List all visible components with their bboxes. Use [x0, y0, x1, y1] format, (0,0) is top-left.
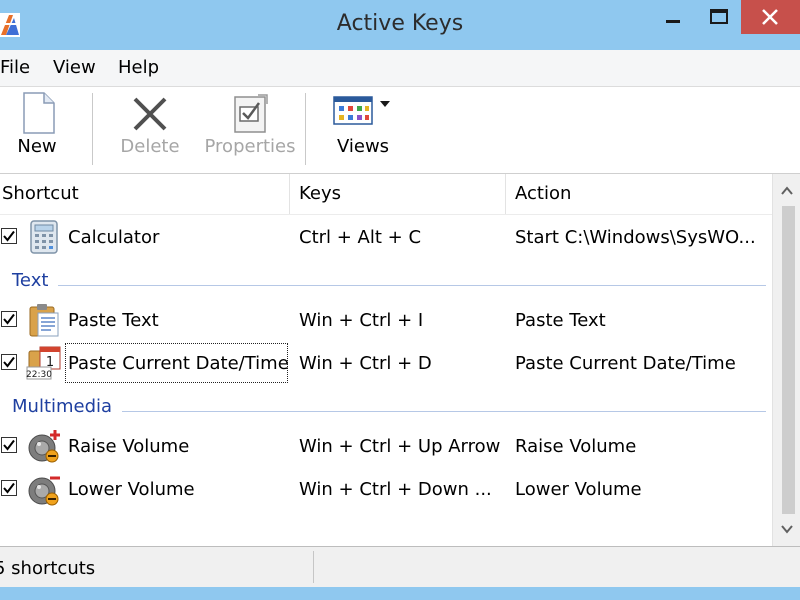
views-grid-icon	[333, 96, 390, 125]
row-action: Raise Volume	[515, 436, 637, 457]
table-row[interactable]: Lower Volume Win + Ctrl + Down ... Lower…	[0, 468, 772, 511]
shortcut-list[interactable]: Shortcut Keys Action Calculator Ctrl + A…	[0, 174, 800, 547]
close-icon	[762, 9, 778, 25]
status-shortcut-count: 5 shortcuts	[0, 558, 96, 579]
row-keys: Ctrl + Alt + C	[299, 227, 422, 248]
group-header-text[interactable]: Text	[0, 266, 772, 296]
status-separator	[313, 551, 314, 583]
toolbar-separator	[92, 93, 93, 165]
chevron-up-icon	[781, 186, 793, 195]
column-header-keys-label: Keys	[299, 183, 342, 204]
row-checkbox[interactable]	[1, 311, 17, 327]
menu-help-label: Help	[118, 57, 160, 78]
views-button-label: Views	[336, 136, 390, 157]
status-bar: 5 shortcuts	[0, 547, 800, 587]
row-name: Paste Text	[68, 310, 159, 331]
scroll-up-button[interactable]	[773, 178, 800, 204]
row-keys: Win + Ctrl + Up Arrow	[299, 436, 501, 457]
row-name: Lower Volume	[68, 479, 195, 500]
group-label: Text	[12, 270, 49, 291]
delete-button-label: Delete	[120, 136, 180, 157]
menu-file-label: File	[0, 57, 31, 78]
column-header-action[interactable]: Action	[506, 174, 772, 214]
row-action: Lower Volume	[515, 479, 642, 500]
header-divider	[0, 214, 772, 215]
volume-up-icon	[28, 430, 60, 463]
menu-view[interactable]: View	[53, 57, 96, 78]
column-header-shortcut[interactable]: Shortcut	[0, 174, 290, 214]
table-row[interactable]: Calculator Ctrl + Alt + C Start C:\Windo…	[0, 216, 772, 259]
volume-down-icon	[28, 476, 60, 506]
minimize-button[interactable]	[650, 0, 696, 34]
row-checkbox[interactable]	[1, 480, 17, 496]
row-checkbox[interactable]	[1, 437, 17, 453]
column-header-keys[interactable]: Keys	[290, 174, 506, 214]
table-row[interactable]: 1 22:30 Paste Current Date/Time Win + Ct…	[0, 342, 772, 385]
new-button[interactable]: New	[6, 87, 68, 173]
column-header-shortcut-label: Shortcut	[2, 183, 79, 204]
delete-button[interactable]: Delete	[118, 87, 182, 173]
checkmark-icon	[3, 313, 15, 325]
calculator-icon	[30, 220, 58, 254]
properties-button-label: Properties	[204, 136, 296, 157]
views-button[interactable]: Views	[330, 87, 396, 173]
toolbar-separator	[305, 93, 306, 165]
row-name: Calculator	[68, 227, 160, 248]
scroll-down-button[interactable]	[773, 516, 800, 542]
table-row[interactable]: Paste Text Win + Ctrl + I Paste Text	[0, 299, 772, 342]
row-action: Paste Text	[515, 310, 606, 331]
clock-time-text: 22:30	[26, 370, 52, 380]
properties-icon	[234, 94, 268, 133]
maximize-icon	[710, 9, 728, 24]
minimize-icon	[666, 20, 680, 23]
chevron-down-icon	[781, 525, 793, 534]
group-divider	[122, 411, 766, 412]
checkmark-icon	[3, 230, 15, 242]
group-divider	[58, 285, 766, 286]
checkmark-icon	[3, 356, 15, 368]
table-row[interactable]: Raise Volume Win + Ctrl + Up Arrow Raise…	[0, 425, 772, 468]
vertical-scrollbar[interactable]	[772, 174, 800, 546]
close-button[interactable]	[741, 0, 800, 34]
window-frame-bottom	[0, 587, 800, 600]
column-header-action-label: Action	[515, 183, 572, 204]
row-keys: Win + Ctrl + I	[299, 310, 424, 331]
row-action: Start C:\Windows\SysWO...	[515, 227, 756, 248]
checkmark-icon	[3, 439, 15, 451]
row-name: Raise Volume	[68, 436, 190, 457]
row-keys: Win + Ctrl + D	[299, 353, 432, 374]
checkmark-icon	[3, 482, 15, 494]
row-action: Paste Current Date/Time	[515, 353, 736, 374]
new-button-label: New	[17, 136, 57, 157]
group-header-multimedia[interactable]: Multimedia	[0, 392, 772, 422]
maximize-button[interactable]	[697, 0, 743, 34]
properties-button[interactable]: Properties	[204, 87, 296, 173]
menu-view-label: View	[53, 57, 96, 78]
row-name: Paste Current Date/Time	[68, 353, 289, 374]
menu-bar: File View Help	[0, 50, 800, 87]
row-checkbox[interactable]	[1, 354, 17, 370]
toolbar: New Delete Properties Views	[0, 87, 800, 174]
title-bar[interactable]: Active Keys	[0, 0, 800, 50]
row-checkbox[interactable]	[1, 228, 17, 244]
menu-help[interactable]: Help	[118, 57, 159, 78]
menu-file[interactable]: File	[0, 57, 30, 78]
delete-x-icon	[133, 97, 167, 131]
group-label: Multimedia	[12, 396, 113, 417]
scrollbar-thumb[interactable]	[782, 206, 795, 514]
new-document-icon	[23, 92, 55, 134]
calendar-clock-icon: 1 22:30	[26, 346, 61, 380]
row-keys: Win + Ctrl + Down ...	[299, 479, 492, 500]
paste-text-icon	[29, 304, 59, 337]
